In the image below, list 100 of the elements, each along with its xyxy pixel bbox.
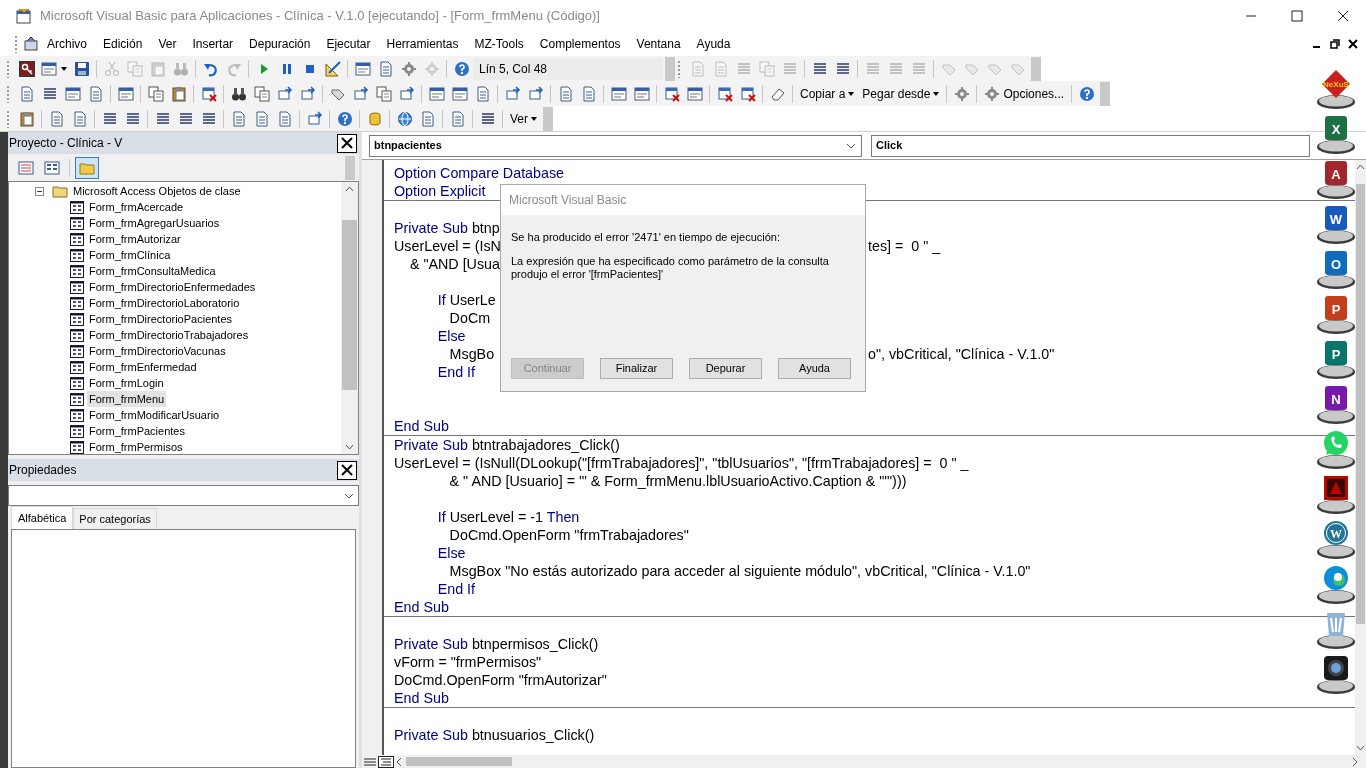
toolbar-button[interactable]: Opciones... <box>1003 84 1065 103</box>
toolbar-grip[interactable] <box>6 109 10 128</box>
help-icon[interactable] <box>1078 85 1095 102</box>
dialog-button[interactable]: Ayuda <box>778 358 851 379</box>
clipboard-icon[interactable] <box>18 110 35 127</box>
collapse-icon[interactable] <box>35 186 44 196</box>
page-icon[interactable] <box>474 85 491 102</box>
window-icon[interactable] <box>610 85 627 102</box>
window-icon[interactable] <box>64 85 81 102</box>
window-icon[interactable] <box>451 85 468 102</box>
window-icon[interactable] <box>633 85 650 102</box>
list-icon[interactable] <box>834 60 851 77</box>
tree-item[interactable]: Form_frmModificarUsuario <box>87 406 222 424</box>
menu-item[interactable]: Ver <box>150 35 185 53</box>
toolbar-grip[interactable] <box>6 84 10 103</box>
page-icon[interactable] <box>71 110 88 127</box>
restore-icon[interactable] <box>1330 39 1340 49</box>
object-combo[interactable]: btnpacientes <box>369 134 862 157</box>
page-icon[interactable] <box>557 85 574 102</box>
globe-icon[interactable] <box>396 110 413 127</box>
arrow-icon[interactable] <box>299 85 316 102</box>
delete-icon[interactable] <box>663 85 680 102</box>
toolbar-menu-button[interactable]: Ver <box>506 107 541 130</box>
gear-icon[interactable] <box>400 60 417 77</box>
delete-icon[interactable] <box>200 85 217 102</box>
page-icon[interactable] <box>276 110 293 127</box>
list-icon[interactable] <box>177 110 194 127</box>
chevron-down-icon[interactable] <box>846 142 856 149</box>
chevron-right-icon[interactable] <box>1350 756 1360 767</box>
arrow-icon[interactable] <box>398 85 415 102</box>
tree-item[interactable]: Form_frmLogin <box>87 374 166 392</box>
tree-item[interactable]: Microsoft Access Objetos de clase <box>71 182 243 200</box>
page-icon[interactable] <box>377 60 394 77</box>
tree-item[interactable]: Form_frmEnfermedad <box>87 358 199 376</box>
tree-item[interactable]: Form_frmDirectorioVacunas <box>87 342 228 360</box>
tree-item[interactable]: Form_frmDirectorioLaboratorio <box>87 294 242 312</box>
dialog-button[interactable]: Finalizar <box>600 358 673 379</box>
toolbar-menu-button[interactable]: Copiar a <box>796 82 859 105</box>
help-icon[interactable] <box>453 60 470 77</box>
tree-item[interactable]: Form_frmDirectorioPacientes <box>87 310 235 328</box>
menu-item[interactable]: MZ-Tools <box>466 35 532 53</box>
page-icon[interactable] <box>253 110 270 127</box>
tree-item[interactable]: Form_frmClínica <box>87 246 173 264</box>
set-square-icon[interactable] <box>324 60 341 77</box>
arrow-icon[interactable] <box>276 85 293 102</box>
app-menu-icon[interactable] <box>23 36 39 52</box>
arrow-icon[interactable] <box>504 85 521 102</box>
chevron-down-icon[interactable] <box>344 492 354 499</box>
list-icon[interactable] <box>479 110 496 127</box>
save-icon[interactable] <box>73 60 90 77</box>
list-icon[interactable] <box>154 110 171 127</box>
window-icon[interactable] <box>117 85 134 102</box>
menu-item[interactable]: Ejecutar <box>318 35 379 53</box>
scroll-thumb[interactable] <box>1356 184 1365 624</box>
list-icon[interactable] <box>101 110 118 127</box>
tree-item[interactable]: Form_frmAcercade <box>87 198 186 216</box>
copy-icon[interactable] <box>253 85 270 102</box>
delete-icon[interactable] <box>739 85 756 102</box>
page-icon[interactable] <box>419 110 436 127</box>
window-icon[interactable] <box>41 60 57 77</box>
caret-icon[interactable] <box>61 66 67 71</box>
menu-item[interactable]: Ventana <box>628 35 689 53</box>
page-icon[interactable] <box>18 85 35 102</box>
list-icon[interactable] <box>200 110 217 127</box>
close-button[interactable] <box>337 133 357 153</box>
toolbar-grip[interactable] <box>677 59 681 78</box>
close-icon[interactable] <box>1348 39 1358 49</box>
procedure-combo[interactable]: Click <box>871 134 1310 157</box>
menu-item[interactable]: Insertar <box>184 35 242 53</box>
gear-icon[interactable] <box>984 85 1001 102</box>
tree-item[interactable]: Form_frmPacientes <box>87 422 187 440</box>
page-icon[interactable] <box>449 110 466 127</box>
copy-icon[interactable] <box>147 85 164 102</box>
object-view-icon[interactable] <box>44 159 60 176</box>
tree-item[interactable]: Form_frmAutorizar <box>87 230 183 248</box>
arrow-icon[interactable] <box>352 85 369 102</box>
menu-item[interactable]: Herramientas <box>378 35 467 53</box>
page-icon[interactable] <box>230 110 247 127</box>
tab[interactable]: Alfabética <box>11 505 74 529</box>
scroll-thumb[interactable] <box>406 757 512 766</box>
window-icon[interactable] <box>686 85 703 102</box>
tree-item[interactable]: Form_frmDirectorioEnfermedades <box>87 278 258 296</box>
module-view-icon[interactable] <box>378 755 394 768</box>
close-button[interactable] <box>337 460 357 480</box>
code-view-icon[interactable] <box>18 159 34 176</box>
list-icon[interactable] <box>811 60 828 77</box>
dialog-button[interactable]: Depurar <box>689 358 762 379</box>
page-icon[interactable] <box>87 85 104 102</box>
key-icon[interactable] <box>18 60 35 77</box>
gear-icon[interactable] <box>953 85 970 102</box>
toolbar-grip[interactable] <box>6 59 10 78</box>
tree-item[interactable]: Form_frmAgregarUsuarios <box>87 214 222 232</box>
arrow-icon[interactable] <box>527 85 544 102</box>
scrollbar[interactable] <box>1355 160 1366 755</box>
list-icon[interactable] <box>124 110 141 127</box>
database-icon[interactable] <box>366 110 383 127</box>
page-icon[interactable] <box>580 85 597 102</box>
arrow-icon[interactable] <box>306 110 323 127</box>
page-icon[interactable] <box>48 110 65 127</box>
menu-item[interactable]: Depuración <box>241 35 319 53</box>
